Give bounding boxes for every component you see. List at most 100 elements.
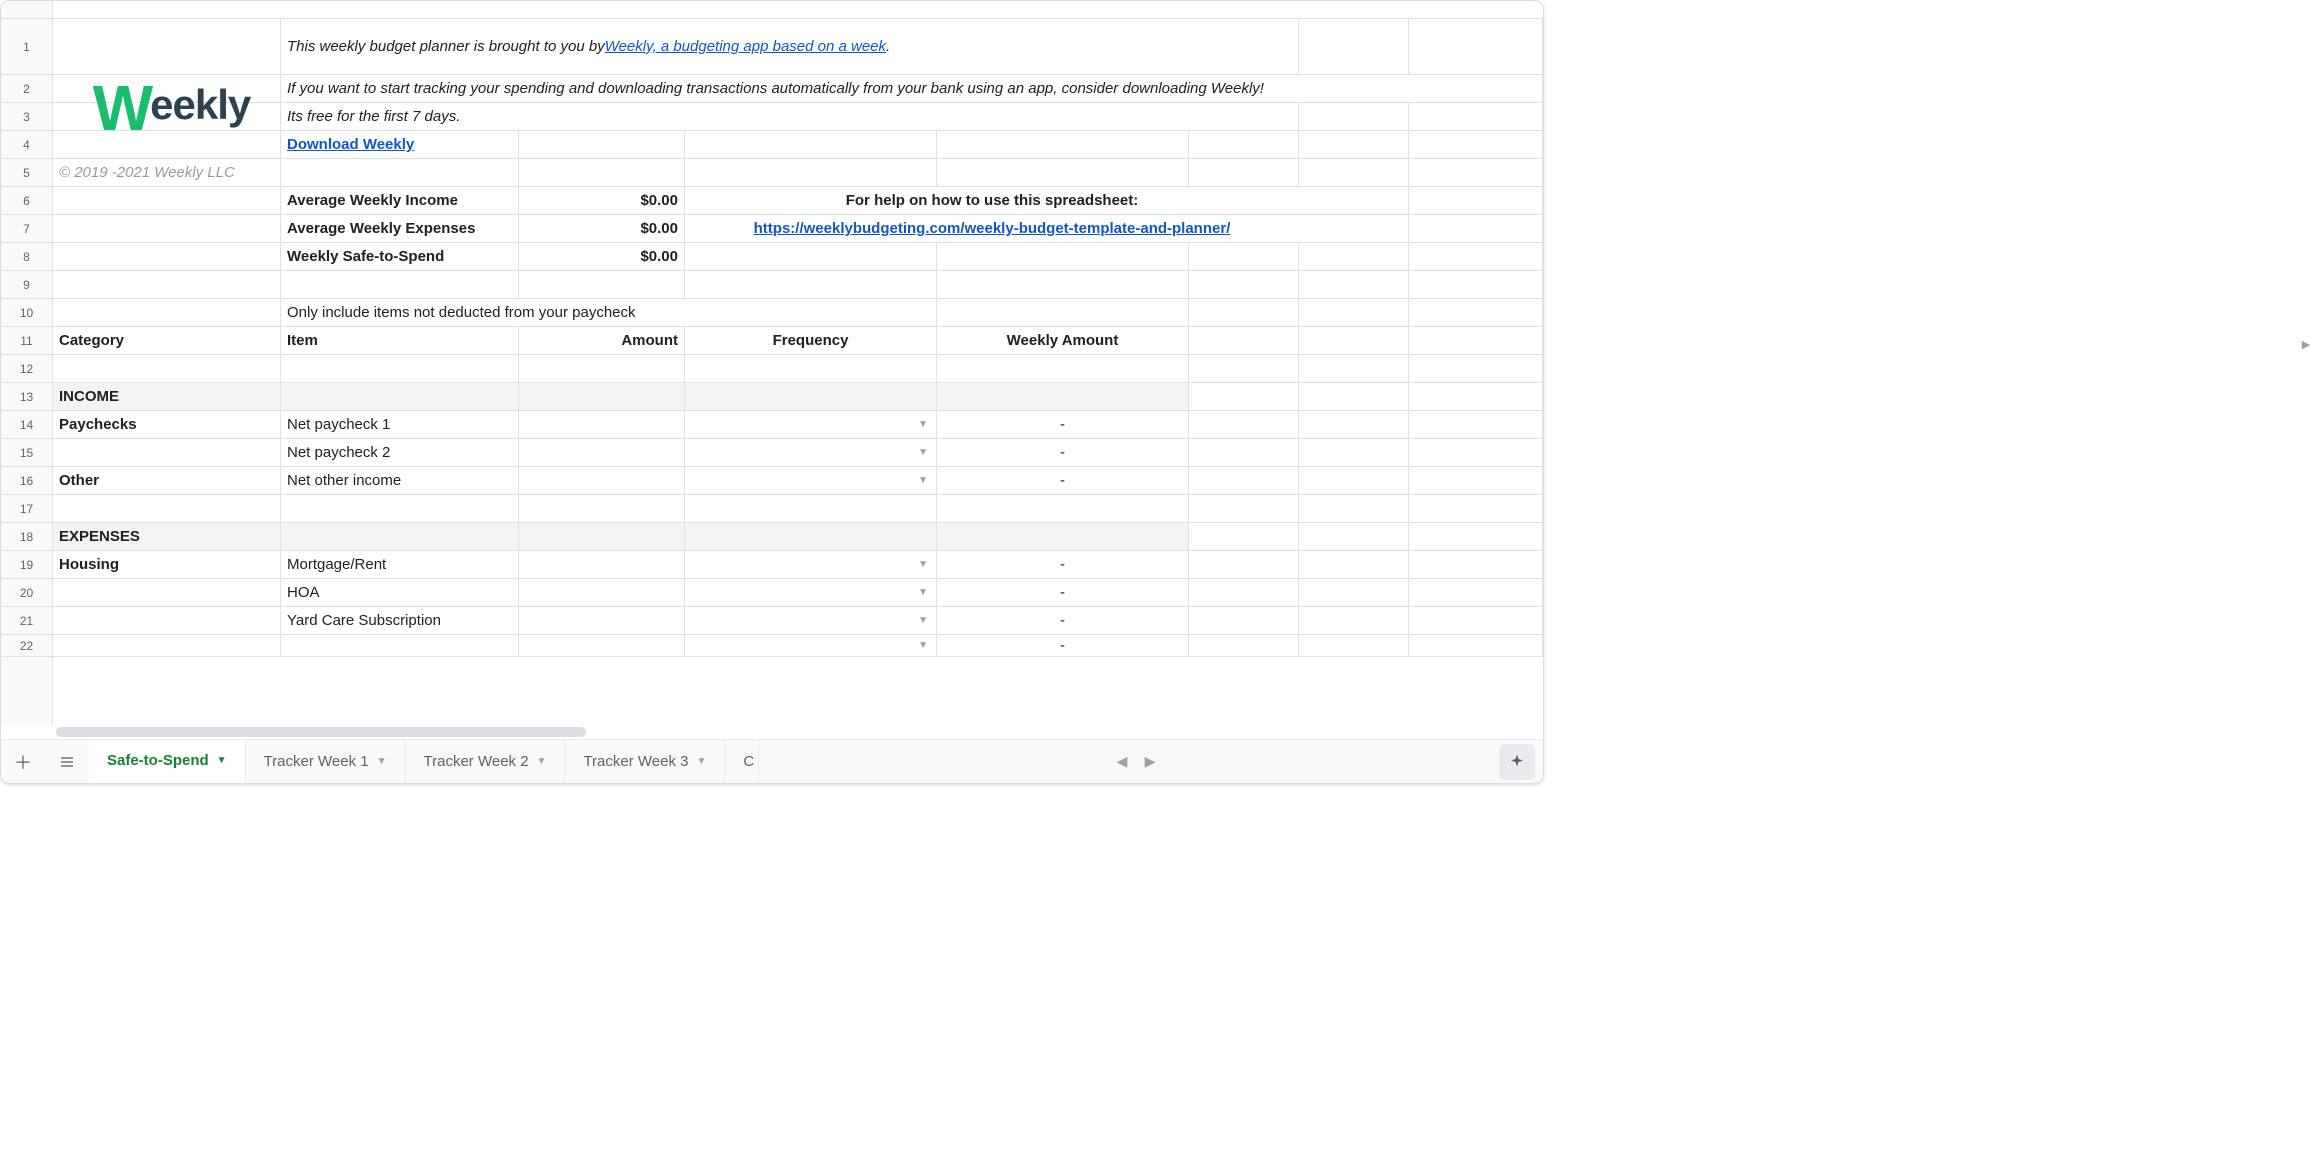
cell[interactable]: [1189, 271, 1299, 298]
item-cell[interactable]: [281, 635, 519, 656]
frequency-dropdown[interactable]: ▼: [685, 579, 937, 606]
cell[interactable]: [53, 243, 281, 270]
download-weekly-link[interactable]: Download Weekly: [281, 131, 519, 158]
category-cell[interactable]: Housing: [53, 551, 281, 578]
cell[interactable]: [1409, 215, 1543, 242]
row-header[interactable]: 4: [1, 131, 52, 159]
category-cell[interactable]: [53, 439, 281, 466]
amount-cell[interactable]: [519, 467, 685, 494]
chevron-down-icon[interactable]: ▼: [217, 755, 227, 766]
frequency-dropdown[interactable]: ▼: [685, 467, 937, 494]
cell[interactable]: [53, 495, 281, 522]
cell[interactable]: [53, 215, 281, 242]
cell[interactable]: [1409, 159, 1543, 186]
cell[interactable]: [1189, 551, 1299, 578]
cell[interactable]: [1189, 495, 1299, 522]
tab-scroll-left[interactable]: ◀: [1111, 753, 1133, 770]
cell[interactable]: [1299, 551, 1409, 578]
cell[interactable]: [1409, 355, 1543, 382]
cell[interactable]: [281, 523, 519, 550]
explore-button[interactable]: [1499, 744, 1535, 780]
amount-cell[interactable]: [519, 551, 685, 578]
cell[interactable]: [1189, 355, 1299, 382]
row-header[interactable]: 3: [1, 103, 52, 131]
frequency-dropdown[interactable]: ▼: [685, 635, 937, 656]
chevron-down-icon[interactable]: ▼: [377, 756, 387, 767]
cell[interactable]: [1299, 607, 1409, 634]
cell[interactable]: [685, 299, 937, 326]
cell[interactable]: [1299, 635, 1409, 656]
cell[interactable]: [937, 355, 1189, 382]
item-cell[interactable]: Yard Care Subscription: [281, 607, 519, 634]
row-header[interactable]: 21: [1, 607, 52, 635]
amount-cell[interactable]: [519, 439, 685, 466]
cell[interactable]: [685, 495, 937, 522]
cell[interactable]: [1409, 243, 1543, 270]
cells-area[interactable]: Weekly This weekly budget planner is bro…: [53, 19, 1543, 725]
cell[interactable]: [519, 271, 685, 298]
cell[interactable]: [1299, 215, 1409, 242]
cell[interactable]: [1189, 19, 1299, 74]
cell[interactable]: [1189, 439, 1299, 466]
row-header[interactable]: 6: [1, 187, 52, 215]
chevron-down-icon[interactable]: ▼: [537, 756, 547, 767]
cell[interactable]: [685, 131, 937, 158]
cell[interactable]: [1409, 299, 1543, 326]
row-header[interactable]: 7: [1, 215, 52, 243]
cell[interactable]: [685, 523, 937, 550]
cell[interactable]: [1299, 187, 1409, 214]
tab-tracker-week-2[interactable]: Tracker Week 2▼: [406, 740, 566, 783]
cell[interactable]: [937, 383, 1189, 410]
category-cell[interactable]: Other: [53, 467, 281, 494]
cell[interactable]: [1299, 495, 1409, 522]
help-link[interactable]: https://weeklybudgeting.com/weekly-budge…: [685, 215, 1299, 242]
cell[interactable]: [1299, 439, 1409, 466]
cell[interactable]: [1189, 103, 1299, 130]
cell[interactable]: [519, 523, 685, 550]
cell[interactable]: [1409, 187, 1543, 214]
category-cell[interactable]: [53, 607, 281, 634]
cell[interactable]: [53, 103, 281, 130]
cell[interactable]: [519, 383, 685, 410]
cell[interactable]: [1409, 467, 1543, 494]
chevron-down-icon[interactable]: ▼: [696, 756, 706, 767]
cell[interactable]: [1409, 75, 1543, 102]
cell[interactable]: [53, 19, 281, 74]
tab-scroll-right[interactable]: ▶: [1139, 753, 1161, 770]
tab-safe-to-spend[interactable]: Safe-to-Spend▼: [89, 740, 246, 783]
row-header[interactable]: 9: [1, 271, 52, 299]
cell[interactable]: [1409, 551, 1543, 578]
cell[interactable]: [53, 299, 281, 326]
category-cell[interactable]: [53, 635, 281, 656]
cell[interactable]: [1409, 439, 1543, 466]
cell[interactable]: [281, 159, 519, 186]
cell[interactable]: [685, 271, 937, 298]
cell[interactable]: [1189, 383, 1299, 410]
cell[interactable]: [685, 243, 937, 270]
cell[interactable]: [1409, 495, 1543, 522]
cell[interactable]: [1189, 467, 1299, 494]
item-cell[interactable]: Mortgage/Rent: [281, 551, 519, 578]
cell[interactable]: [1299, 327, 1409, 354]
all-sheets-button[interactable]: [45, 740, 89, 783]
cell[interactable]: [937, 243, 1189, 270]
cell[interactable]: [1189, 635, 1299, 656]
row-header[interactable]: 20: [1, 579, 52, 607]
cell[interactable]: [1299, 411, 1409, 438]
row-header[interactable]: 16: [1, 467, 52, 495]
row-header[interactable]: 22: [1, 635, 52, 657]
cell[interactable]: [1409, 131, 1543, 158]
row-header[interactable]: 15: [1, 439, 52, 467]
cell[interactable]: [53, 355, 281, 382]
cell[interactable]: [1409, 271, 1543, 298]
row-header[interactable]: 13: [1, 383, 52, 411]
cell[interactable]: [1189, 299, 1299, 326]
tab-tracker-week-3[interactable]: Tracker Week 3▼: [565, 740, 725, 783]
select-all-corner[interactable]: [1, 1, 53, 18]
add-sheet-button[interactable]: ＋: [1, 740, 45, 783]
cell[interactable]: [519, 495, 685, 522]
cell[interactable]: [1189, 579, 1299, 606]
cell[interactable]: [1299, 243, 1409, 270]
cell[interactable]: [1409, 523, 1543, 550]
cell[interactable]: [53, 271, 281, 298]
